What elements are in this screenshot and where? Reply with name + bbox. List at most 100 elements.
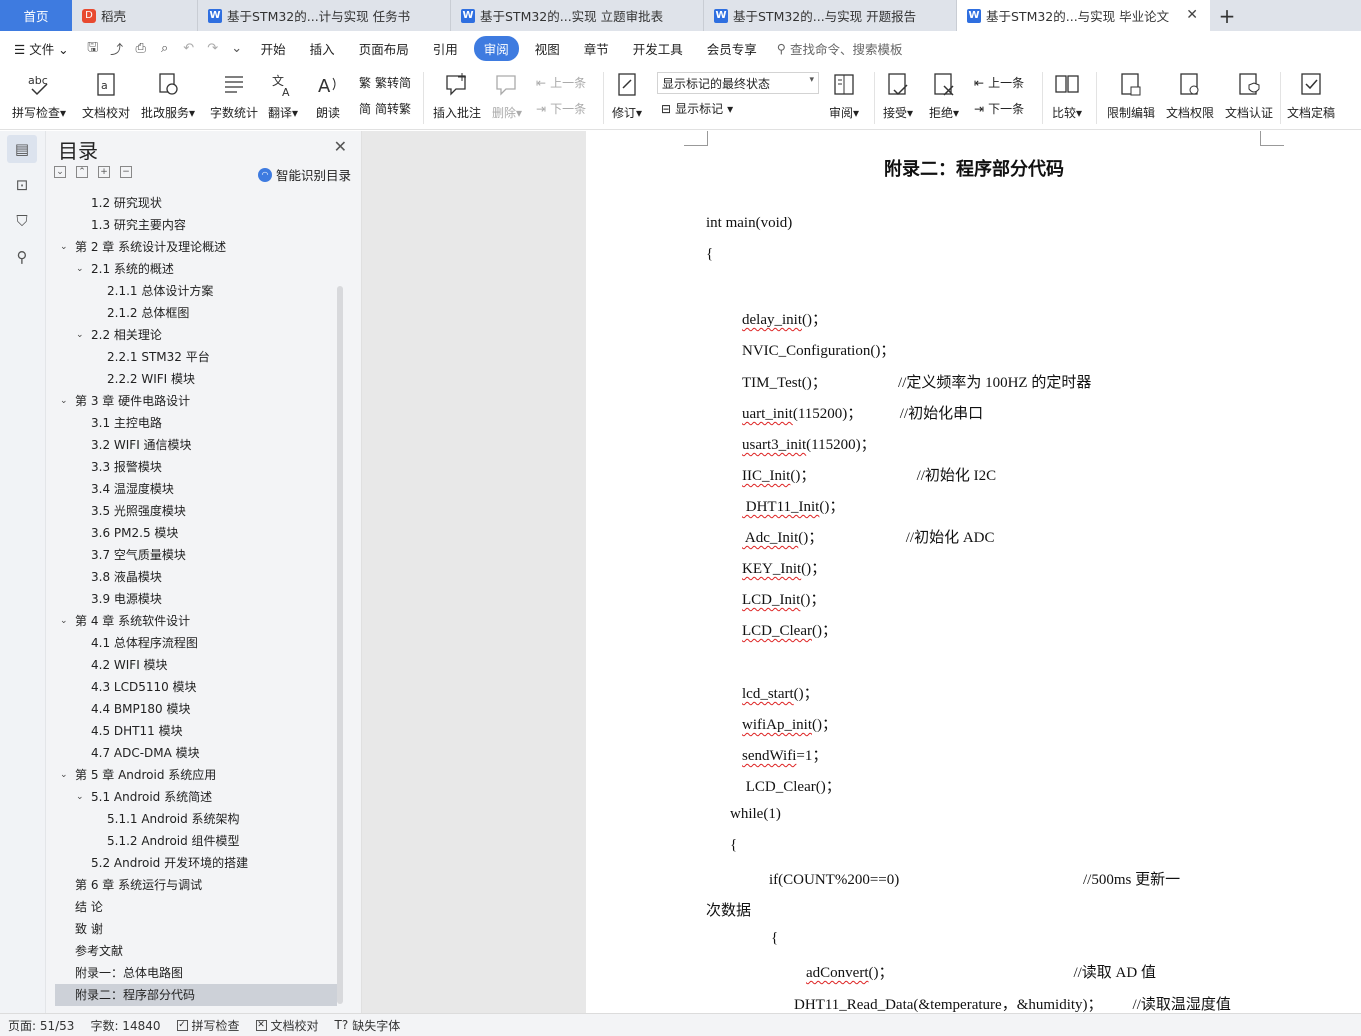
toc-item[interactable]: ⌄ 2.2 相关理论: [55, 324, 337, 346]
document-certify-button[interactable]: 文档认证: [1225, 70, 1273, 121]
menu-start[interactable]: 开始: [249, 39, 298, 58]
next-change-button[interactable]: ⇥ 下一条: [974, 100, 1024, 117]
spell-check-button[interactable]: abc 拼写检查▾: [12, 70, 66, 121]
compare-button[interactable]: 比较▾: [1052, 70, 1082, 121]
markup-state-select[interactable]: 显示标记的最终状态 ▾: [657, 72, 819, 94]
expand-all-icon[interactable]: ⌄: [54, 166, 66, 178]
menu-developer[interactable]: 开发工具: [621, 39, 695, 58]
close-tab-icon[interactable]: ✕: [1186, 7, 1198, 23]
toc-item[interactable]: 参考文献: [55, 940, 337, 962]
prev-comment-button[interactable]: ⇤ 上一条: [536, 74, 586, 91]
undo-icon[interactable]: ↶: [177, 41, 201, 56]
document-permission-button[interactable]: 文档权限: [1166, 70, 1214, 121]
print-icon[interactable]: ⎙: [129, 41, 153, 56]
toc-item[interactable]: ⌄ 第 3 章 硬件电路设计: [55, 390, 337, 412]
read-aloud-button[interactable]: A 朗读: [313, 70, 343, 121]
finalize-button[interactable]: 文档定稿: [1287, 70, 1335, 121]
toc-item[interactable]: 3.3 报警模块: [55, 456, 337, 478]
chevron-down-icon[interactable]: ⌄: [60, 764, 68, 786]
toc-item[interactable]: 附录一：总体电路图: [55, 962, 337, 984]
toc-item[interactable]: ⌄ 第 4 章 系统软件设计: [55, 610, 337, 632]
menu-member[interactable]: 会员专享: [695, 39, 769, 58]
tab-document-active[interactable]: W 基于STM32的...与实现 毕业论文 ✕: [957, 0, 1210, 31]
chevron-down-icon[interactable]: ⌄: [60, 390, 68, 412]
toc-item[interactable]: 4.7 ADC-DMA 模块: [55, 742, 337, 764]
insert-comment-button[interactable]: 插入批注: [433, 70, 481, 121]
find-icon[interactable]: ⚲: [7, 243, 37, 271]
menu-section[interactable]: 章节: [572, 39, 621, 58]
toc-item[interactable]: 5.2 Android 开发环境的搭建: [55, 852, 337, 874]
page-indicator[interactable]: 页面: 51/53: [0, 1017, 82, 1034]
toc-item[interactable]: 5.1.2 Android 组件模型: [55, 830, 337, 852]
toc-item[interactable]: 2.1.2 总体框图: [55, 302, 337, 324]
section-nav-icon[interactable]: ⊡: [7, 171, 37, 199]
add-level-icon[interactable]: +: [98, 166, 110, 178]
toc-item[interactable]: 3.9 电源模块: [55, 588, 337, 610]
toc-item[interactable]: 附录二：程序部分代码: [55, 984, 337, 1006]
restrict-editing-button[interactable]: 限制编辑: [1107, 70, 1155, 121]
quick-access-dropdown-icon[interactable]: ⌄: [225, 41, 249, 56]
chevron-down-icon[interactable]: ⌄: [76, 786, 84, 808]
toc-item[interactable]: 4.5 DHT11 模块: [55, 720, 337, 742]
toc-item[interactable]: 2.1.1 总体设计方案: [55, 280, 337, 302]
proofread-toggle[interactable]: ✕ 文档校对: [248, 1017, 327, 1034]
command-search[interactable]: ⚲ 查找命令、搜索模板: [777, 39, 903, 58]
toc-item[interactable]: 3.6 PM2.5 模块: [55, 522, 337, 544]
trad-to-simp-button[interactable]: 繁繁转简: [359, 74, 411, 91]
toc-item[interactable]: 3.2 WIFI 通信模块: [55, 434, 337, 456]
chevron-down-icon[interactable]: ⌄: [60, 236, 68, 258]
proofread-button[interactable]: a 文档校对: [82, 70, 130, 121]
toc-item[interactable]: ⌄ 5.1 Android 系统简述: [55, 786, 337, 808]
toc-item[interactable]: 3.4 温湿度模块: [55, 478, 337, 500]
tab-document[interactable]: W 基于STM32的...计与实现 任务书: [198, 0, 451, 31]
toc-item[interactable]: 3.7 空气质量模块: [55, 544, 337, 566]
remove-level-icon[interactable]: −: [120, 166, 132, 178]
print-preview-icon[interactable]: ⌕: [153, 41, 177, 56]
toc-item[interactable]: 第 6 章 系统运行与调试: [55, 874, 337, 896]
save-icon[interactable]: 🖫: [81, 38, 105, 60]
next-comment-button[interactable]: ⇥ 下一条: [536, 100, 586, 117]
toc-item[interactable]: 5.1.1 Android 系统架构: [55, 808, 337, 830]
tab-document[interactable]: W 基于STM32的...实现 立题审批表: [451, 0, 704, 31]
toc-item[interactable]: 2.2.1 STM32 平台: [55, 346, 337, 368]
bookmark-icon[interactable]: ⛉: [7, 207, 37, 235]
menu-references[interactable]: 引用: [421, 39, 470, 58]
tab-daoke[interactable]: D 稻壳: [72, 0, 198, 31]
toc-item[interactable]: ⌄ 2.1 系统的概述: [55, 258, 337, 280]
toc-item[interactable]: 3.8 液晶模块: [55, 566, 337, 588]
spell-check-toggle[interactable]: ✓ 拼写检查: [169, 1017, 248, 1034]
menu-layout[interactable]: 页面布局: [347, 39, 421, 58]
annotation-service-button[interactable]: 批改服务▾: [141, 70, 195, 121]
toc-item[interactable]: 1.2 研究现状: [55, 192, 337, 214]
toc-scrollbar[interactable]: [337, 286, 343, 1004]
show-markup-button[interactable]: ⊟ 显示标记 ▾: [661, 100, 733, 117]
translate-button[interactable]: 文 A 翻译▾: [268, 70, 298, 121]
toc-item[interactable]: 4.4 BMP180 模块: [55, 698, 337, 720]
prev-change-button[interactable]: ⇤ 上一条: [974, 74, 1024, 91]
chevron-down-icon[interactable]: ⌄: [76, 258, 84, 280]
close-icon[interactable]: ✕: [334, 137, 347, 156]
file-menu[interactable]: ☰ 文件 ⌄: [0, 39, 81, 58]
new-tab-button[interactable]: +: [1210, 0, 1244, 31]
missing-font-indicator[interactable]: T? 缺失字体: [327, 1017, 409, 1034]
menu-review[interactable]: 审阅: [473, 36, 519, 61]
outline-panel-icon[interactable]: ▤: [7, 135, 37, 163]
toc-item[interactable]: ⌄ 第 2 章 系统设计及理论概述: [55, 236, 337, 258]
toc-item[interactable]: 2.2.2 WIFI 模块: [55, 368, 337, 390]
tab-home[interactable]: 首页: [0, 0, 72, 31]
chevron-down-icon[interactable]: ⌄: [76, 324, 84, 346]
word-count-indicator[interactable]: 字数: 14840: [82, 1017, 168, 1034]
track-changes-button[interactable]: 修订▾: [612, 70, 642, 121]
word-count-button[interactable]: 字数统计: [210, 70, 258, 121]
tab-document[interactable]: W 基于STM32的...与实现 开题报告: [704, 0, 957, 31]
reject-button[interactable]: 拒绝▾: [929, 70, 959, 121]
chevron-down-icon[interactable]: ⌄: [60, 610, 68, 632]
toc-item[interactable]: 1.3 研究主要内容: [55, 214, 337, 236]
review-pane-button[interactable]: 审阅▾: [829, 70, 859, 121]
collapse-all-icon[interactable]: ⌃: [76, 166, 88, 178]
delete-comment-button[interactable]: 删除▾: [492, 70, 522, 121]
redo-icon[interactable]: ↷: [201, 41, 225, 56]
simp-to-trad-button[interactable]: 简简转繁: [359, 100, 411, 117]
toc-item[interactable]: 3.1 主控电路: [55, 412, 337, 434]
menu-view[interactable]: 视图: [523, 39, 572, 58]
